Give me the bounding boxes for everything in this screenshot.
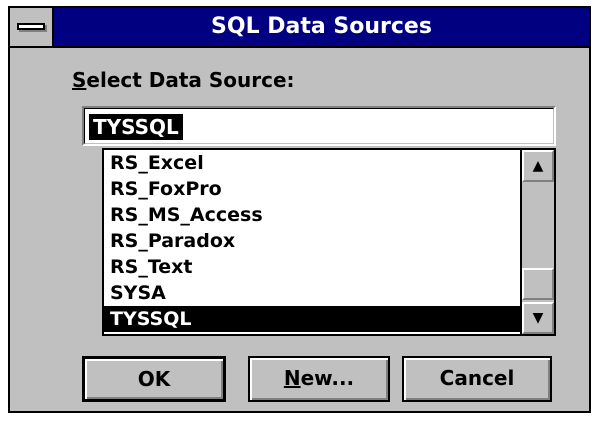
list-scrollbar[interactable]: ▲ ▼ [520, 150, 554, 334]
data-source-list-items: RS_Excel RS_FoxPro RS_MS_Access RS_Paradox R… [104, 150, 520, 334]
title-bar: SQL Data Sources [10, 8, 589, 48]
new-button[interactable]: New... [248, 356, 390, 402]
label-accelerator: S [72, 68, 87, 92]
scroll-thumb[interactable] [522, 268, 554, 300]
new-button-label: ew... [300, 366, 355, 390]
data-source-input[interactable]: TYSSQL [82, 106, 556, 146]
ok-button-label: OK [137, 367, 171, 391]
label-text: elect Data Source: [86, 68, 295, 92]
sql-data-sources-dialog: SQL Data Sources Select Data Source: TYS… [8, 6, 591, 413]
cancel-button[interactable]: Cancel [402, 356, 552, 402]
list-item[interactable]: SYSA [104, 280, 520, 306]
scroll-down-button[interactable]: ▼ [522, 302, 554, 334]
list-item[interactable]: RS_Paradox [104, 228, 520, 254]
scroll-up-arrow-icon: ▲ [532, 158, 544, 174]
system-menu-button[interactable] [10, 8, 54, 46]
list-item[interactable]: RS_MS_Access [104, 202, 520, 228]
window-title: SQL Data Sources [211, 14, 432, 39]
scroll-up-button[interactable]: ▲ [522, 150, 554, 182]
system-menu-icon [17, 23, 45, 30]
cancel-button-label: Cancel [439, 366, 515, 390]
scroll-down-arrow-icon: ▼ [532, 310, 544, 326]
new-button-accelerator: N [283, 366, 301, 390]
list-item[interactable]: RS_FoxPro [104, 176, 520, 202]
select-data-source-label: Select Data Source: [72, 68, 295, 92]
ok-button[interactable]: OK [82, 356, 226, 402]
list-item[interactable]: RS_Excel [104, 150, 520, 176]
list-item[interactable]: RS_Text [104, 254, 520, 280]
data-source-list[interactable]: RS_Excel RS_FoxPro RS_MS_Access RS_Paradox R… [102, 148, 556, 336]
list-item[interactable]: TYSSQL [104, 306, 520, 332]
data-source-input-value: TYSSQL [89, 114, 183, 140]
